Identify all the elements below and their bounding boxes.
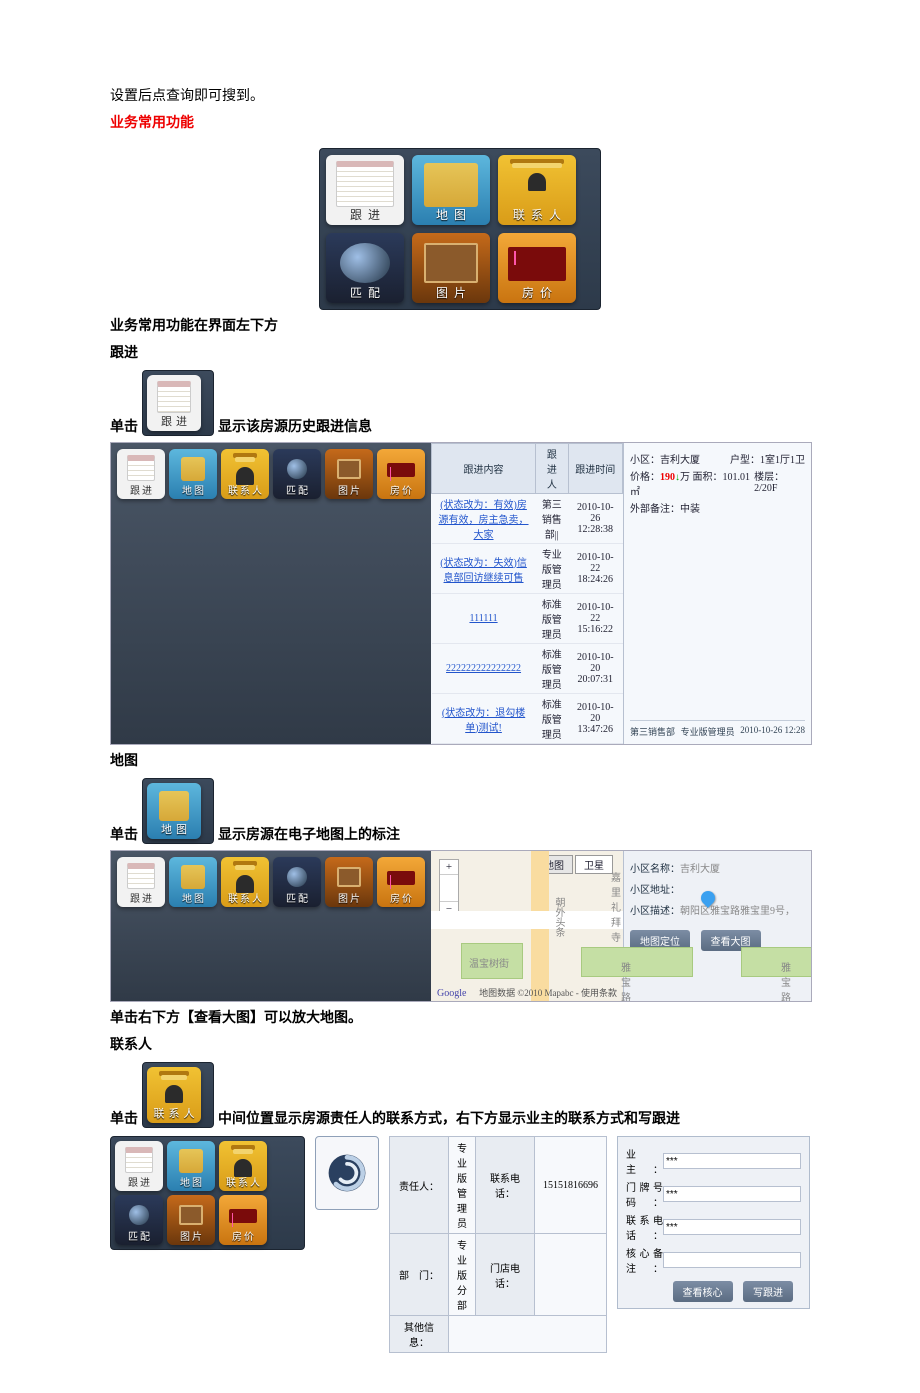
follow-table: 跟进内容 跟进人 跟进时间 (状态改为：有效)房源有效，房主急卖，大家第三销售部… xyxy=(431,443,623,744)
tile-contact-single-wrap: 联系人 xyxy=(142,1062,214,1128)
toolbar-panel-large: 跟进 地图 联系人 匹配 图片 房价 xyxy=(319,148,601,310)
heading-follow: 跟进 xyxy=(110,343,810,364)
input-owner-phone[interactable] xyxy=(663,1219,801,1235)
sm-tile-match[interactable]: 匹配 xyxy=(273,449,321,499)
sm-tile-contact[interactable]: 联系人 xyxy=(221,449,269,499)
tile-follow-single-wrap: 跟进 xyxy=(142,370,214,436)
responsible-table: 责任人： 专业版管理员 联系电话： 15151816696 部 门： 专业版分部… xyxy=(389,1136,607,1353)
map-zoom-control[interactable]: +− xyxy=(439,859,459,918)
sm2-tile-photo[interactable]: 图片 xyxy=(325,857,373,907)
map-label: 嘉里礼拜寺 xyxy=(611,869,623,944)
follow-pre: 单击 xyxy=(110,416,138,436)
map-screenshot: 跟进 地图 联系人 匹配 图片 房价 +− 地图 卫星 嘉里礼拜寺 温宝树街 朝… xyxy=(110,850,812,1002)
follow-left-toolbar: 跟进 地图 联系人 匹配 图片 房价 xyxy=(111,443,431,744)
tile-photo[interactable]: 图片 xyxy=(412,233,490,303)
contact-pre: 单击 xyxy=(110,1108,138,1128)
map-canvas[interactable]: +− 地图 卫星 嘉里礼拜寺 温宝树街 朝外头条 雅宝路 雅宝路 Google … xyxy=(431,851,623,1001)
intro-line: 设置后点查询即可搜到。 xyxy=(110,86,810,107)
sm3-tile-match[interactable]: 匹配 xyxy=(115,1195,163,1245)
sm-tile-price[interactable]: 房价 xyxy=(377,449,425,499)
input-core-memo[interactable] xyxy=(663,1252,801,1268)
google-logo: Google xyxy=(437,988,466,999)
map-note: 单击右下方【查看大图】可以放大地图。 xyxy=(110,1008,810,1029)
sm3-tile-price[interactable]: 房价 xyxy=(219,1195,267,1245)
input-owner[interactable] xyxy=(663,1153,801,1169)
tile-follow[interactable]: 跟进 xyxy=(326,155,404,225)
input-door[interactable] xyxy=(663,1186,801,1202)
sm-tile-photo[interactable]: 图片 xyxy=(325,449,373,499)
contact-post: 中间位置显示房源责任人的联系方式，右下方显示业主的联系方式和写跟进 xyxy=(218,1108,680,1128)
map-pre: 单击 xyxy=(110,824,138,844)
sm-tile-map[interactable]: 地图 xyxy=(169,449,217,499)
table-row[interactable]: (状态改为：失效)信息部回访继续可售专业版管理员2010-10-22 18:24… xyxy=(432,544,623,594)
btn-sat-view[interactable]: 卫星 xyxy=(575,855,613,874)
sm-tile-follow[interactable]: 跟进 xyxy=(117,449,165,499)
val-person: 专业版管理员 xyxy=(449,1137,476,1234)
heading-map: 地图 xyxy=(110,751,810,772)
follow-screenshot: 跟进 地图 联系人 匹配 图片 房价 跟进内容 跟进人 跟进时间 (状态改为：有… xyxy=(110,442,812,745)
btn-view-core[interactable]: 查看核心 xyxy=(673,1281,733,1302)
sm2-tile-match[interactable]: 匹配 xyxy=(273,857,321,907)
owner-box: 业 主： 门牌号码： 联系电话： 核心备注： 查看核心 写跟进 xyxy=(617,1136,810,1309)
table-row[interactable]: (状态改为：有效)房源有效，房主急卖，大家第三销售部||2010-10-26 1… xyxy=(432,494,623,544)
map-label: 雅宝路 xyxy=(621,959,631,1002)
swirl-icon xyxy=(315,1136,379,1210)
sm2-tile-follow[interactable]: 跟进 xyxy=(117,857,165,907)
btn-write-follow[interactable]: 写跟进 xyxy=(743,1281,793,1302)
follow-post: 显示该房源历史跟进信息 xyxy=(218,416,372,436)
map-label: 朝外头条 xyxy=(551,897,566,937)
th-person: 跟进人 xyxy=(536,444,568,494)
map-left-toolbar: 跟进 地图 联系人 匹配 图片 房价 xyxy=(111,851,431,1001)
sm2-tile-price[interactable]: 房价 xyxy=(377,857,425,907)
lab-store: 门店电话： xyxy=(476,1234,535,1316)
sm2-tile-map[interactable]: 地图 xyxy=(169,857,217,907)
map-credit: 地图数据 ©2010 Mapabc - 使用条款 xyxy=(479,986,617,999)
follow-side-info: 小区：吉利大厦户型：1室1厅1卫 价格：190↓万 面积：101.01㎡楼层：2… xyxy=(623,443,811,744)
heading-contact: 联系人 xyxy=(110,1035,810,1056)
lab-other: 其他信息： xyxy=(390,1316,449,1353)
common-functions-title: 业务常用功能 xyxy=(110,113,810,134)
th-time: 跟进时间 xyxy=(568,444,622,494)
lab-phone: 联系电话： xyxy=(476,1137,535,1234)
sm2-tile-contact[interactable]: 联系人 xyxy=(221,857,269,907)
table-row[interactable]: 111111标准版管理员2010-10-22 15:16:22 xyxy=(432,594,623,644)
tile-map-single-wrap: 地图 xyxy=(142,778,214,844)
map-label: 雅宝路 xyxy=(781,959,791,1002)
sm3-tile-contact[interactable]: 联系人 xyxy=(219,1141,267,1191)
lab-person: 责任人： xyxy=(390,1137,449,1234)
tile-follow-single[interactable]: 跟进 xyxy=(147,375,201,431)
th-content: 跟进内容 xyxy=(432,444,536,494)
tile-contact-single[interactable]: 联系人 xyxy=(147,1067,201,1123)
map-label: 温宝树街 xyxy=(469,955,509,970)
val-store xyxy=(535,1234,607,1316)
tile-map[interactable]: 地图 xyxy=(412,155,490,225)
map-post: 显示房源在电子地图上的标注 xyxy=(218,824,400,844)
lab-dept: 部 门： xyxy=(390,1234,449,1316)
tile-price[interactable]: 房价 xyxy=(498,233,576,303)
contact-screenshot: 跟进 地图 联系人 匹配 图片 房价 责任人： 专业版管理员 联系电话： 151… xyxy=(110,1136,810,1353)
contact-left-toolbar: 跟进 地图 联系人 匹配 图片 房价 xyxy=(110,1136,305,1250)
common-note: 业务常用功能在界面左下方 xyxy=(110,316,810,337)
sm3-tile-map[interactable]: 地图 xyxy=(167,1141,215,1191)
val-phone: 15151816696 xyxy=(535,1137,607,1234)
sm3-tile-photo[interactable]: 图片 xyxy=(167,1195,215,1245)
tile-map-single[interactable]: 地图 xyxy=(147,783,201,839)
val-other xyxy=(449,1316,607,1353)
table-row[interactable]: 222222222222222标准版管理员2010-10-20 20:07:31 xyxy=(432,644,623,694)
table-row[interactable]: (状态改为：退勾楼单)测试!标准版管理员2010-10-20 13:47:26 xyxy=(432,694,623,744)
tile-contact[interactable]: 联系人 xyxy=(498,155,576,225)
val-dept: 专业版分部 xyxy=(449,1234,476,1316)
sm3-tile-follow[interactable]: 跟进 xyxy=(115,1141,163,1191)
tile-match[interactable]: 匹配 xyxy=(326,233,404,303)
